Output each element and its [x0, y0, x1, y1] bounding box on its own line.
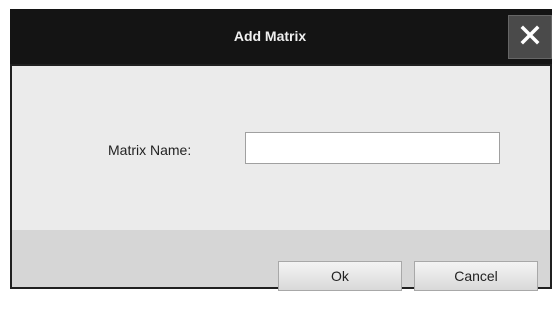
add-matrix-dialog: Add Matrix Matrix Name: Ok Cancel: [10, 9, 552, 291]
cancel-button[interactable]: Cancel: [414, 261, 538, 291]
close-button[interactable]: [508, 15, 552, 59]
dialog-title: Add Matrix: [233, 28, 307, 44]
close-icon: [520, 25, 540, 50]
ok-button[interactable]: Ok: [278, 261, 402, 291]
dialog-title-bar: Add Matrix: [10, 9, 552, 64]
matrix-name-label: Matrix Name:: [108, 142, 192, 158]
dialog-content: Matrix Name:: [12, 66, 550, 230]
dialog-footer: Ok Cancel: [12, 230, 550, 291]
matrix-name-input[interactable]: [245, 132, 500, 164]
